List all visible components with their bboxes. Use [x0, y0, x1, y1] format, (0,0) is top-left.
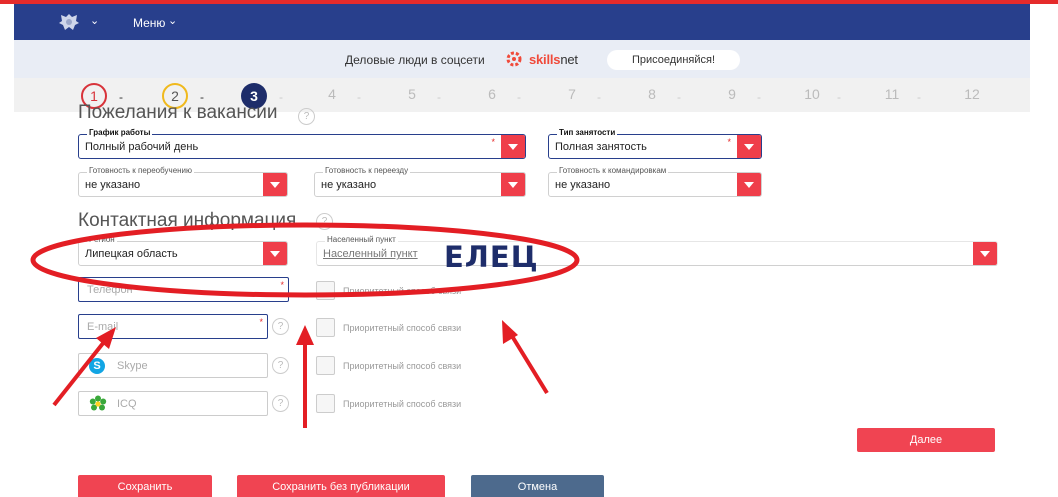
step-6: 6 [488, 86, 496, 102]
business-trips-value: не указано [555, 179, 611, 191]
icq-help-icon[interactable]: ? [272, 395, 289, 412]
required-mark: * [280, 280, 284, 290]
icq-input[interactable]: ICQ [78, 391, 268, 416]
contacts-help-icon[interactable]: ? [316, 213, 333, 230]
dropdown-arrow-icon[interactable] [737, 135, 761, 158]
cancel-button[interactable]: Отмена [471, 475, 604, 497]
brand-suffix: net [560, 52, 578, 67]
retraining-value: не указано [85, 179, 141, 191]
region-value: Липецкая область [85, 248, 178, 260]
step-9: 9 [728, 86, 736, 102]
step-11: 11 [884, 86, 900, 102]
email-priority-checkbox[interactable] [316, 318, 335, 337]
step-separator: - [757, 90, 761, 104]
step-separator: - [517, 90, 521, 104]
employment-value: Полная занятость [555, 141, 647, 153]
skillsnet-logo-icon [506, 51, 522, 67]
step-separator: - [357, 90, 361, 104]
step-separator: - [837, 90, 841, 104]
required-mark: * [727, 137, 731, 147]
annotation-arrowhead-right [502, 320, 518, 344]
email-placeholder: E-mail [87, 321, 119, 333]
relocation-value: не указано [321, 179, 377, 191]
schedule-label: График работы [87, 128, 153, 137]
step-12: 12 [964, 86, 980, 102]
step-separator: - [279, 90, 283, 104]
step-5: 5 [408, 86, 416, 102]
menu-button[interactable]: Меню [133, 16, 165, 30]
emblem-chevron-down-icon[interactable]: ⌄ [90, 14, 99, 27]
step-separator: - [437, 90, 441, 104]
icq-priority-label: Приоритетный способ связи [343, 399, 462, 409]
required-mark: * [491, 137, 495, 147]
business-trips-label: Готовность к командировкам [557, 166, 669, 175]
step-4: 4 [328, 86, 336, 102]
retraining-label: Готовность к переобучению [87, 166, 195, 175]
locality-select[interactable]: Населенный пункт Населенный пункт [316, 235, 998, 266]
relocation-label: Готовность к переезду [323, 166, 411, 175]
schedule-value: Полный рабочий день [85, 141, 199, 153]
step-separator: - [597, 90, 601, 104]
menu-chevron-down-icon[interactable]: ⌄ [168, 14, 177, 27]
employment-select[interactable]: Тип занятости Полная занятость * [548, 128, 762, 159]
email-priority-label: Приоритетный способ связи [343, 323, 462, 333]
annotation-arrowhead-middle [296, 325, 314, 345]
email-input[interactable]: E-mail * [78, 314, 268, 339]
promo-banner: Деловые люди в соцсети skillsnet Присоед… [14, 40, 1030, 78]
skype-icon: S [89, 358, 105, 374]
dropdown-arrow-icon[interactable] [263, 242, 287, 265]
phone-priority-label: Приоритетный способ связи [343, 286, 462, 296]
dropdown-arrow-icon[interactable] [263, 173, 287, 196]
skype-placeholder: Skype [117, 360, 148, 372]
region-select[interactable]: Регион Липецкая область [78, 235, 288, 266]
skillsnet-brand[interactable]: skillsnet [529, 52, 578, 67]
step-7: 7 [568, 86, 576, 102]
phone-input[interactable]: Телефон * [78, 277, 289, 302]
region-label: Регион [87, 235, 117, 244]
icq-priority-checkbox[interactable] [316, 394, 335, 413]
required-mark: * [259, 317, 263, 327]
annotation-arrow-right [510, 334, 549, 395]
save-button[interactable]: Сохранить [78, 475, 212, 497]
step-separator: - [917, 90, 921, 104]
step-10: 10 [804, 86, 820, 102]
schedule-select[interactable]: График работы Полный рабочий день * [78, 128, 526, 159]
contacts-section-title: Контактная информация [78, 210, 297, 231]
brand-prefix: skills [529, 52, 561, 67]
skype-input[interactable]: S Skype [78, 353, 268, 378]
dropdown-arrow-icon[interactable] [501, 135, 525, 158]
skype-priority-checkbox[interactable] [316, 356, 335, 375]
coat-of-arms-icon[interactable] [58, 12, 80, 32]
icq-placeholder: ICQ [117, 398, 137, 410]
step-8: 8 [648, 86, 656, 102]
employment-label: Тип занятости [557, 128, 618, 137]
step-separator: - [677, 90, 681, 104]
skype-priority-label: Приоритетный способ связи [343, 361, 462, 371]
join-button[interactable]: Присоединяйся! [607, 50, 740, 70]
phone-placeholder: Телефон [87, 284, 133, 296]
dropdown-arrow-icon[interactable] [501, 173, 525, 196]
top-nav-bar: ⌄ Меню ⌄ [14, 4, 1030, 40]
dropdown-arrow-icon[interactable] [973, 242, 997, 265]
promo-text: Деловые люди в соцсети [345, 53, 485, 67]
vacancy-section-title: Пожелания к вакансии [78, 102, 278, 118]
retraining-select[interactable]: Готовность к переобучению не указано [78, 166, 288, 197]
relocation-select[interactable]: Готовность к переезду не указано [314, 166, 526, 197]
annotation-city-word: ЕЛЕЦ [444, 240, 539, 274]
business-trips-select[interactable]: Готовность к командировкам не указано [548, 166, 762, 197]
icq-flower-icon [89, 395, 107, 411]
email-help-icon[interactable]: ? [272, 318, 289, 335]
locality-label: Населенный пункт [325, 235, 398, 244]
save-unpublished-button[interactable]: Сохранить без публикации [237, 475, 445, 497]
dropdown-arrow-icon[interactable] [737, 173, 761, 196]
phone-priority-checkbox[interactable] [316, 281, 335, 300]
next-button[interactable]: Далее [857, 428, 995, 452]
locality-placeholder: Населенный пункт [323, 248, 418, 260]
vacancy-help-icon[interactable]: ? [298, 108, 315, 125]
skype-help-icon[interactable]: ? [272, 357, 289, 374]
